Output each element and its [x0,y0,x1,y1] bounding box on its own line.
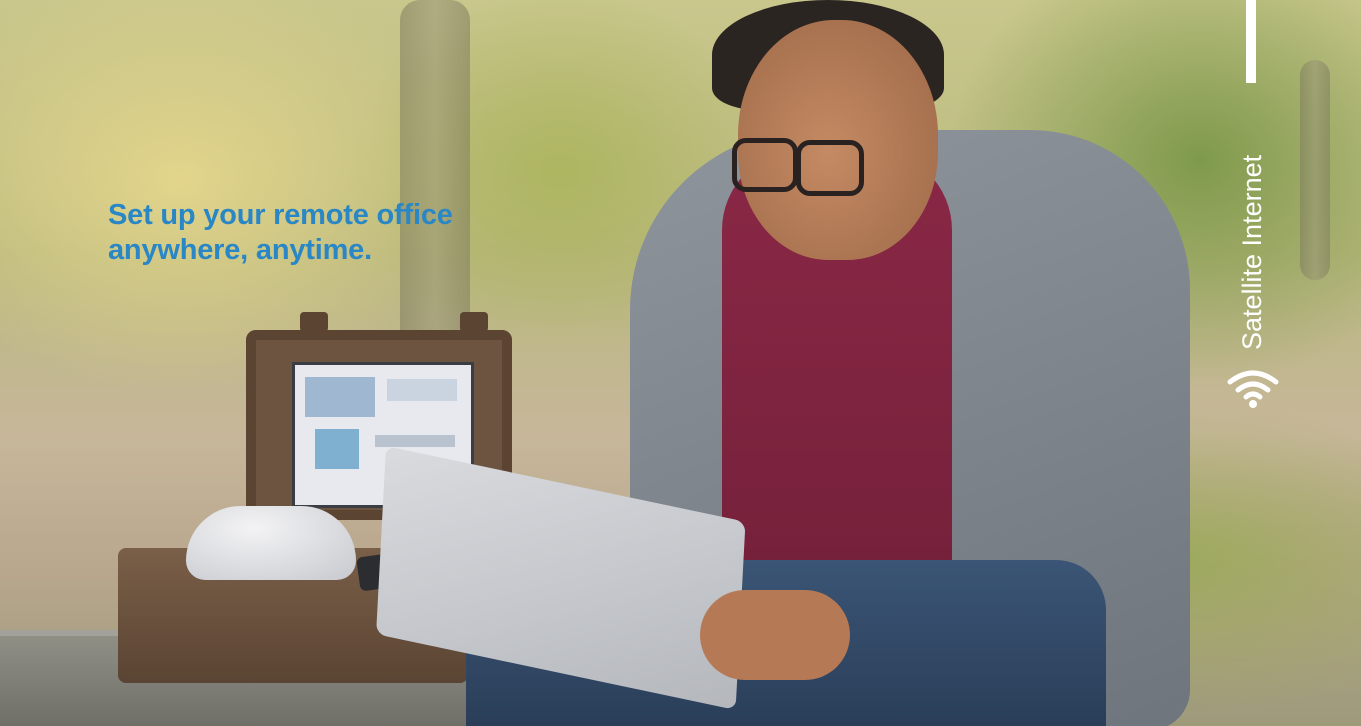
headline-line-1: Set up your remote office [108,199,453,231]
wifi-signal-icon [1227,370,1279,408]
side-accent-bar [1246,0,1256,83]
case-latch [460,312,488,332]
person-hand [700,590,850,680]
headline-line-2: anywhere, anytime. [108,234,372,266]
hero-photo [0,0,1361,726]
tree-trunk [1300,60,1330,280]
case-latch [300,312,328,332]
satellite-antenna-dome [186,506,356,580]
glasses-lens [732,138,798,192]
glasses-lens [796,140,864,196]
side-label: Satellite Internet [1237,154,1267,350]
hero-headline: Set up your remote office anywhere, anyt… [108,198,453,268]
